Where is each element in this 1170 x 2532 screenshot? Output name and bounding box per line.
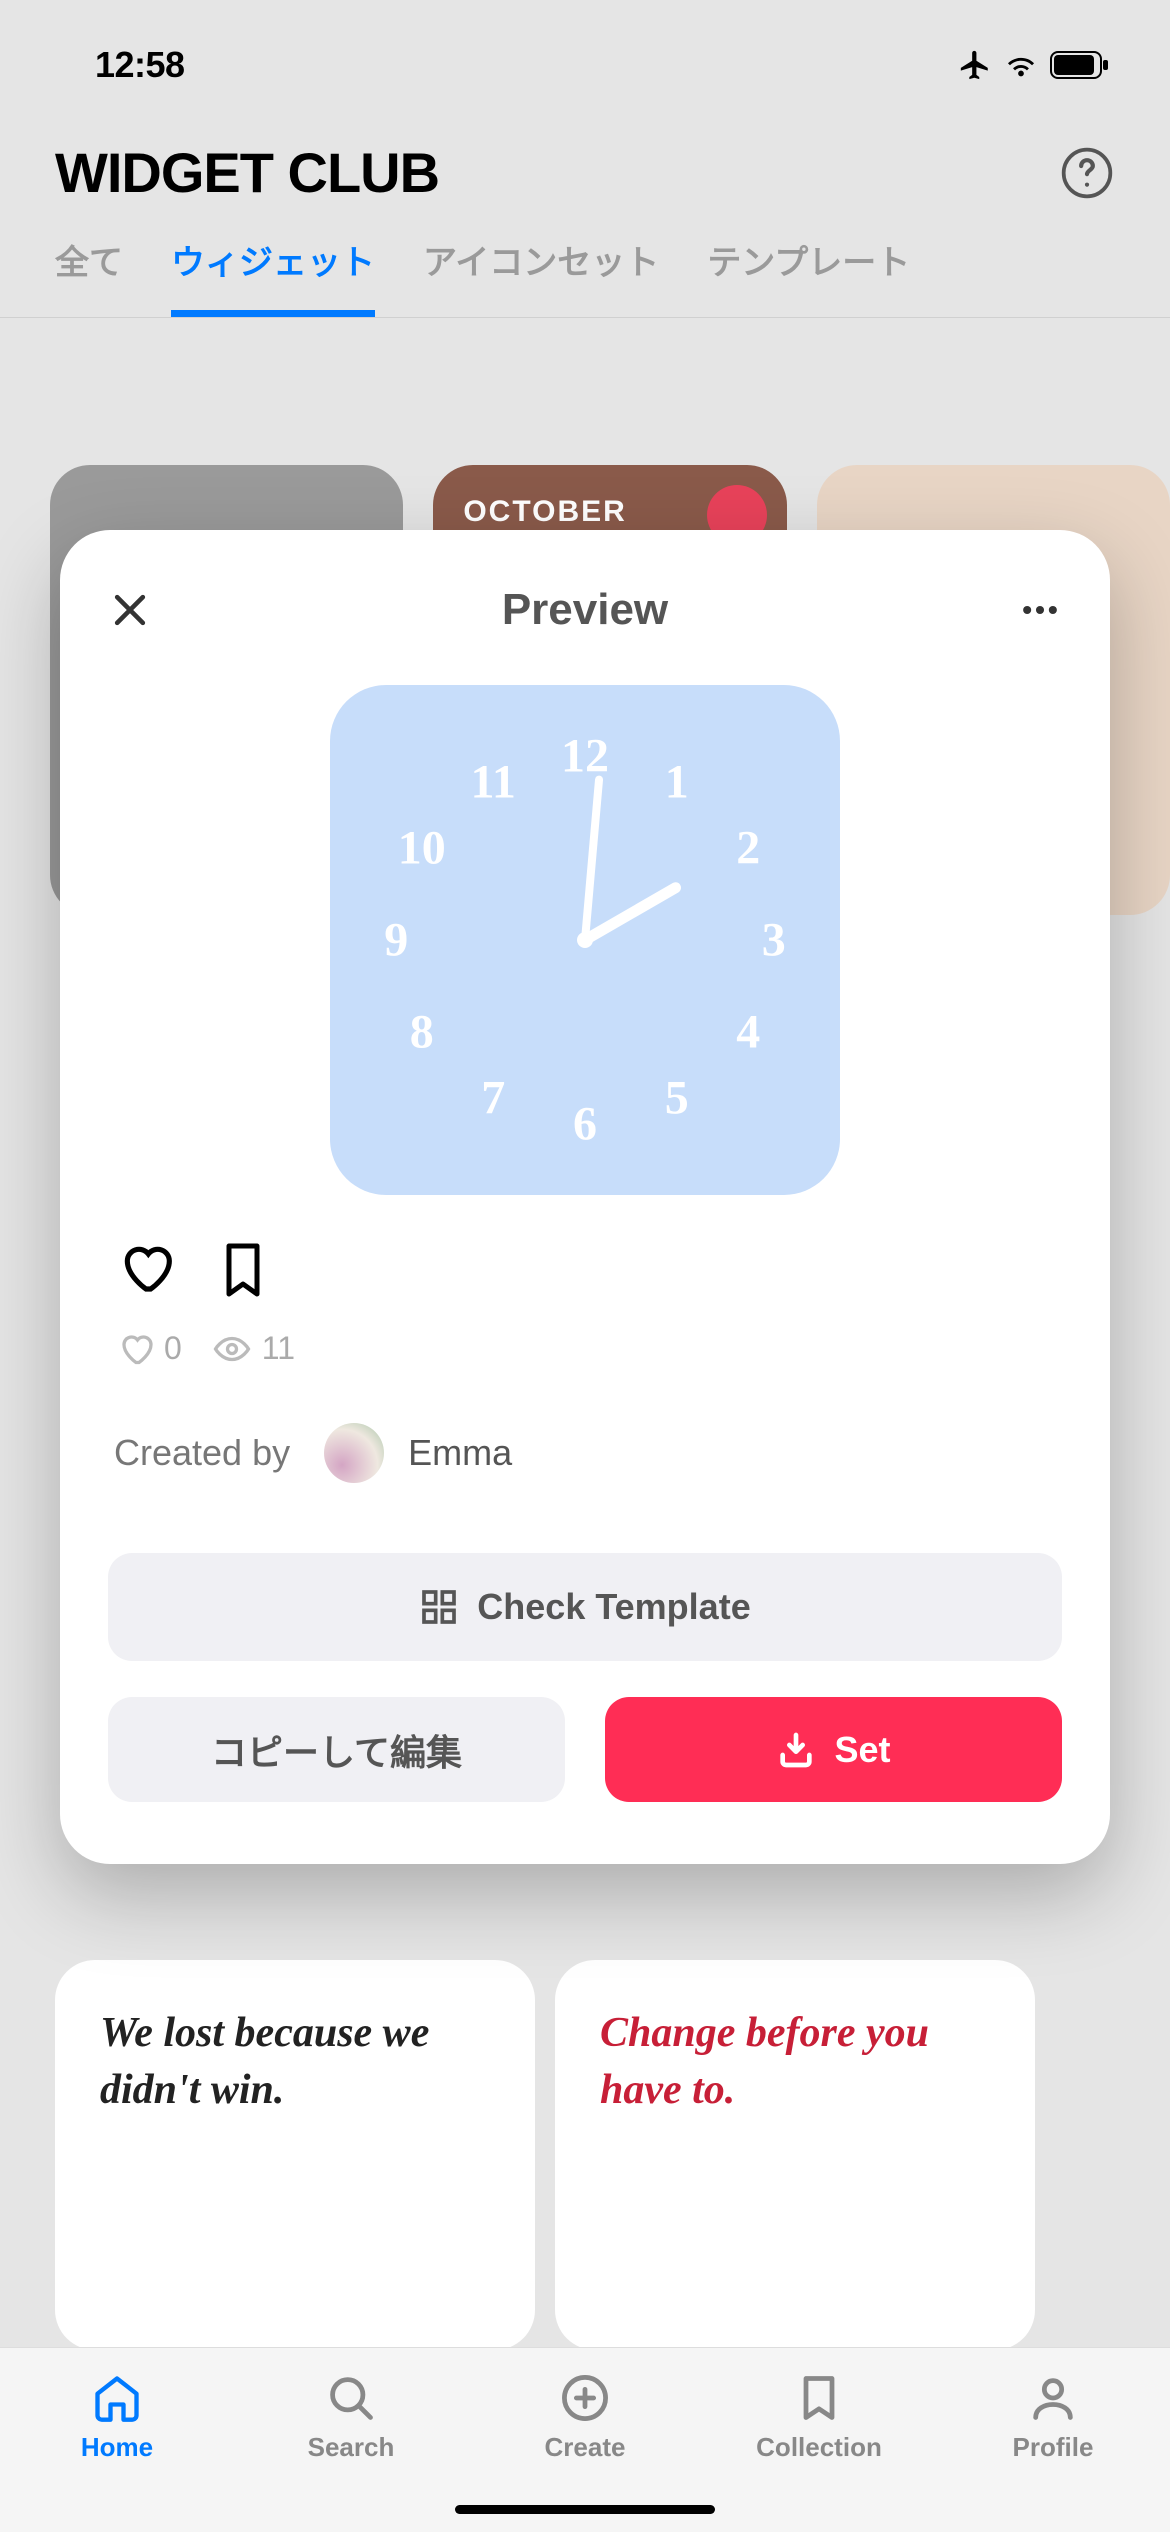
check-template-button[interactable]: Check Template <box>108 1553 1062 1661</box>
modal-backdrop: Preview 12 1 2 3 4 5 6 7 8 9 10 11 <box>0 0 1170 2532</box>
action-icons-row <box>108 1240 1062 1300</box>
clock-face: 12 1 2 3 4 5 6 7 8 9 10 11 <box>330 685 840 1195</box>
minute-hand <box>581 775 603 940</box>
hour-hand <box>582 880 683 945</box>
view-count: 11 <box>212 1330 295 1367</box>
check-template-label: Check Template <box>477 1586 750 1628</box>
close-icon[interactable] <box>108 588 152 632</box>
creator-avatar <box>324 1423 384 1483</box>
download-icon <box>776 1730 816 1770</box>
like-count-value: 0 <box>164 1330 182 1367</box>
modal-title: Preview <box>502 585 668 635</box>
heart-icon[interactable] <box>118 1240 174 1296</box>
eye-icon <box>212 1331 252 1367</box>
like-count: 0 <box>118 1330 182 1367</box>
button-row: コピーして編集 Set <box>108 1697 1062 1802</box>
modal-header: Preview <box>108 585 1062 635</box>
created-by-label: Created by <box>114 1432 290 1474</box>
heart-small-icon <box>118 1331 154 1367</box>
clock-center-dot <box>577 932 593 948</box>
grid-icon <box>419 1587 459 1627</box>
creator-row[interactable]: Created by Emma <box>108 1423 1062 1483</box>
bookmark-icon[interactable] <box>219 1240 267 1300</box>
set-button[interactable]: Set <box>605 1697 1062 1802</box>
more-icon[interactable] <box>1018 588 1062 632</box>
copy-edit-button[interactable]: コピーして編集 <box>108 1697 565 1802</box>
clock-widget-preview: 12 1 2 3 4 5 6 7 8 9 10 11 <box>108 685 1062 1195</box>
preview-modal: Preview 12 1 2 3 4 5 6 7 8 9 10 11 <box>60 530 1110 1864</box>
set-label: Set <box>834 1729 890 1771</box>
copy-edit-label: コピーして編集 <box>211 1724 462 1776</box>
stats-row: 0 11 <box>108 1330 1062 1367</box>
view-count-value: 11 <box>262 1330 295 1367</box>
creator-name: Emma <box>408 1432 512 1474</box>
